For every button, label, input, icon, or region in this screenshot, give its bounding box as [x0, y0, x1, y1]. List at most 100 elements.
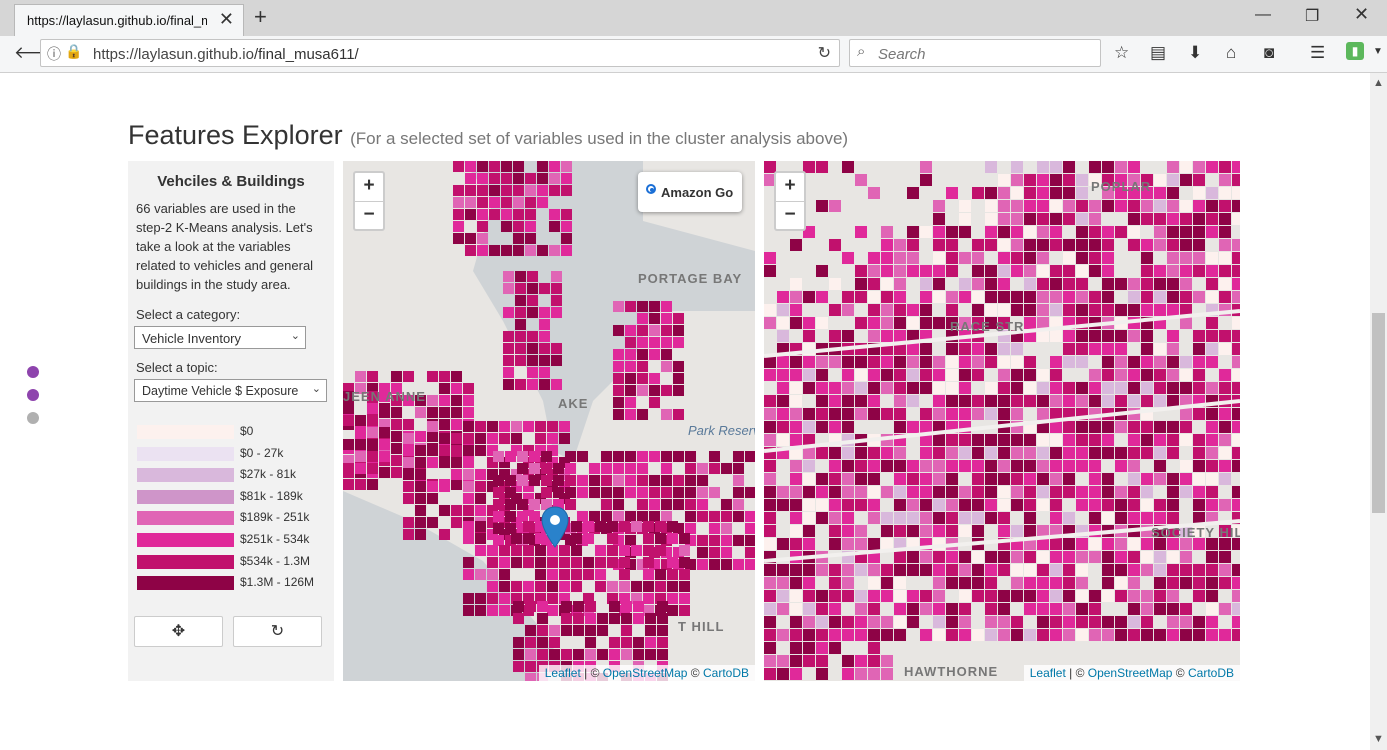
tract-cell [829, 603, 841, 615]
tract-cell [1206, 564, 1218, 576]
tract-cell [561, 185, 572, 196]
category-select[interactable]: Vehicle Inventory ⌄ [134, 326, 306, 349]
tract-cell [1128, 278, 1140, 290]
tract-cell [894, 278, 906, 290]
tract-cell [829, 538, 841, 550]
extension-dropdown-icon[interactable]: ▼ [1373, 46, 1383, 57]
tract-cell [415, 431, 426, 442]
window-close-icon[interactable]: ✕ [1354, 4, 1369, 25]
topic-select[interactable]: Daytime Vehicle $ Exposure ⌄ [134, 379, 327, 402]
tract-cell [1232, 252, 1240, 264]
choropleth-layer[interactable] [764, 161, 1240, 681]
info-icon[interactable]: ⓘ [47, 44, 61, 64]
tract-cell [613, 361, 624, 372]
page-scrollbar[interactable]: ▲ ▼ [1370, 73, 1387, 750]
osm-link[interactable]: OpenStreetMap [603, 666, 688, 680]
tract-cell [920, 499, 932, 511]
tract-cell [1102, 564, 1114, 576]
tract-cell [998, 564, 1010, 576]
download-icon[interactable]: ⬇ [1188, 43, 1202, 63]
tract-cell [933, 512, 945, 524]
pocket-icon[interactable]: ◙ [1264, 43, 1274, 63]
reading-list-icon[interactable]: ▤ [1150, 43, 1166, 63]
tract-cell [1128, 382, 1140, 394]
minimize-icon[interactable]: — [1255, 6, 1271, 24]
tract-cell [597, 625, 608, 636]
tract-cell [790, 525, 802, 537]
legend-swatch [137, 532, 234, 547]
carto-link[interactable]: CartoDB [1188, 666, 1234, 680]
tract-cell [625, 385, 636, 396]
tract-cell [525, 197, 536, 208]
scroll-up-icon[interactable]: ▲ [1373, 77, 1384, 89]
zoom-in-button[interactable]: + [355, 173, 383, 202]
restore-icon[interactable]: ❐ [1305, 6, 1319, 26]
close-tab-icon[interactable]: ✕ [219, 9, 234, 30]
tract-cell [625, 373, 636, 384]
tract-cell [513, 649, 524, 660]
map-philadelphia[interactable]: POPLAR RACE STR SOCIETY HILL HAWTHORNE +… [764, 161, 1240, 681]
tract-cell [499, 581, 510, 592]
tract-cell [1206, 603, 1218, 615]
new-tab-icon[interactable]: + [254, 4, 267, 30]
tract-cell [998, 382, 1010, 394]
search-input[interactable]: ⌕ Search [849, 39, 1101, 67]
leaflet-link[interactable]: Leaflet [1030, 666, 1066, 680]
tract-cell [764, 317, 776, 329]
tract-cell [1037, 226, 1049, 238]
tract-cell [1037, 291, 1049, 303]
scroll-down-icon[interactable]: ▼ [1373, 733, 1384, 745]
osm-link[interactable]: OpenStreetMap [1088, 666, 1173, 680]
tract-cell [1037, 629, 1049, 641]
tract-cell [868, 603, 880, 615]
map-seattle[interactable]: PORTAGE BAY JEEN ANNE AKE Park Reserv T … [343, 161, 755, 681]
section-dot-2[interactable] [27, 389, 39, 401]
radio-selected-icon[interactable] [646, 184, 656, 194]
browser-tab[interactable]: https://laylasun.github.io/final_m ✕ [14, 4, 244, 36]
zoom-out-button[interactable]: − [776, 202, 804, 230]
reset-button[interactable]: ↻ [233, 616, 322, 647]
home-icon[interactable]: ⌂ [1226, 43, 1236, 63]
tract-cell [1154, 265, 1166, 277]
bookmark-star-icon[interactable]: ☆ [1114, 43, 1129, 63]
tract-cell [451, 383, 462, 394]
zoom-in-button[interactable]: + [776, 173, 804, 202]
tract-cell [1063, 512, 1075, 524]
tract-cell [1219, 473, 1231, 485]
tract-cell [1167, 382, 1179, 394]
leaflet-link[interactable]: Leaflet [545, 666, 581, 680]
tract-cell [881, 486, 893, 498]
tract-cell [609, 613, 620, 624]
section-dot-1[interactable] [27, 366, 39, 378]
map-marker-icon[interactable] [540, 506, 570, 548]
tract-cell [621, 625, 632, 636]
reload-icon[interactable]: ↻ [818, 43, 831, 63]
carto-link[interactable]: CartoDB [703, 666, 749, 680]
tract-cell [1063, 239, 1075, 251]
tract-cell [868, 486, 880, 498]
tract-cell [881, 278, 893, 290]
tract-cell [645, 613, 656, 624]
tract-cell [1219, 603, 1231, 615]
tract-cell [513, 209, 524, 220]
tract-cell [527, 355, 538, 366]
section-dot-3[interactable] [27, 412, 39, 424]
choropleth-layer[interactable] [343, 161, 755, 681]
url-bar[interactable]: ⓘ 🔒 https://laylasun.github.io/final_mus… [40, 39, 840, 67]
extension-icon[interactable]: ▮ [1346, 42, 1364, 60]
tract-cell [565, 451, 576, 462]
tract-cell [1089, 590, 1101, 602]
scrollbar-thumb[interactable] [1372, 313, 1385, 513]
tract-cell [972, 447, 984, 459]
tract-cell [959, 590, 971, 602]
lock-warning-icon[interactable]: 🔒 [65, 43, 82, 60]
tract-cell [453, 233, 464, 244]
menu-icon[interactable]: ☰ [1310, 43, 1325, 63]
tract-cell [998, 590, 1010, 602]
tract-cell [673, 385, 684, 396]
layer-control[interactable]: Amazon Go [638, 172, 742, 212]
locate-button[interactable]: ✥ [134, 616, 223, 647]
tract-cell [1128, 538, 1140, 550]
tract-cell [649, 451, 660, 462]
zoom-out-button[interactable]: − [355, 202, 383, 230]
